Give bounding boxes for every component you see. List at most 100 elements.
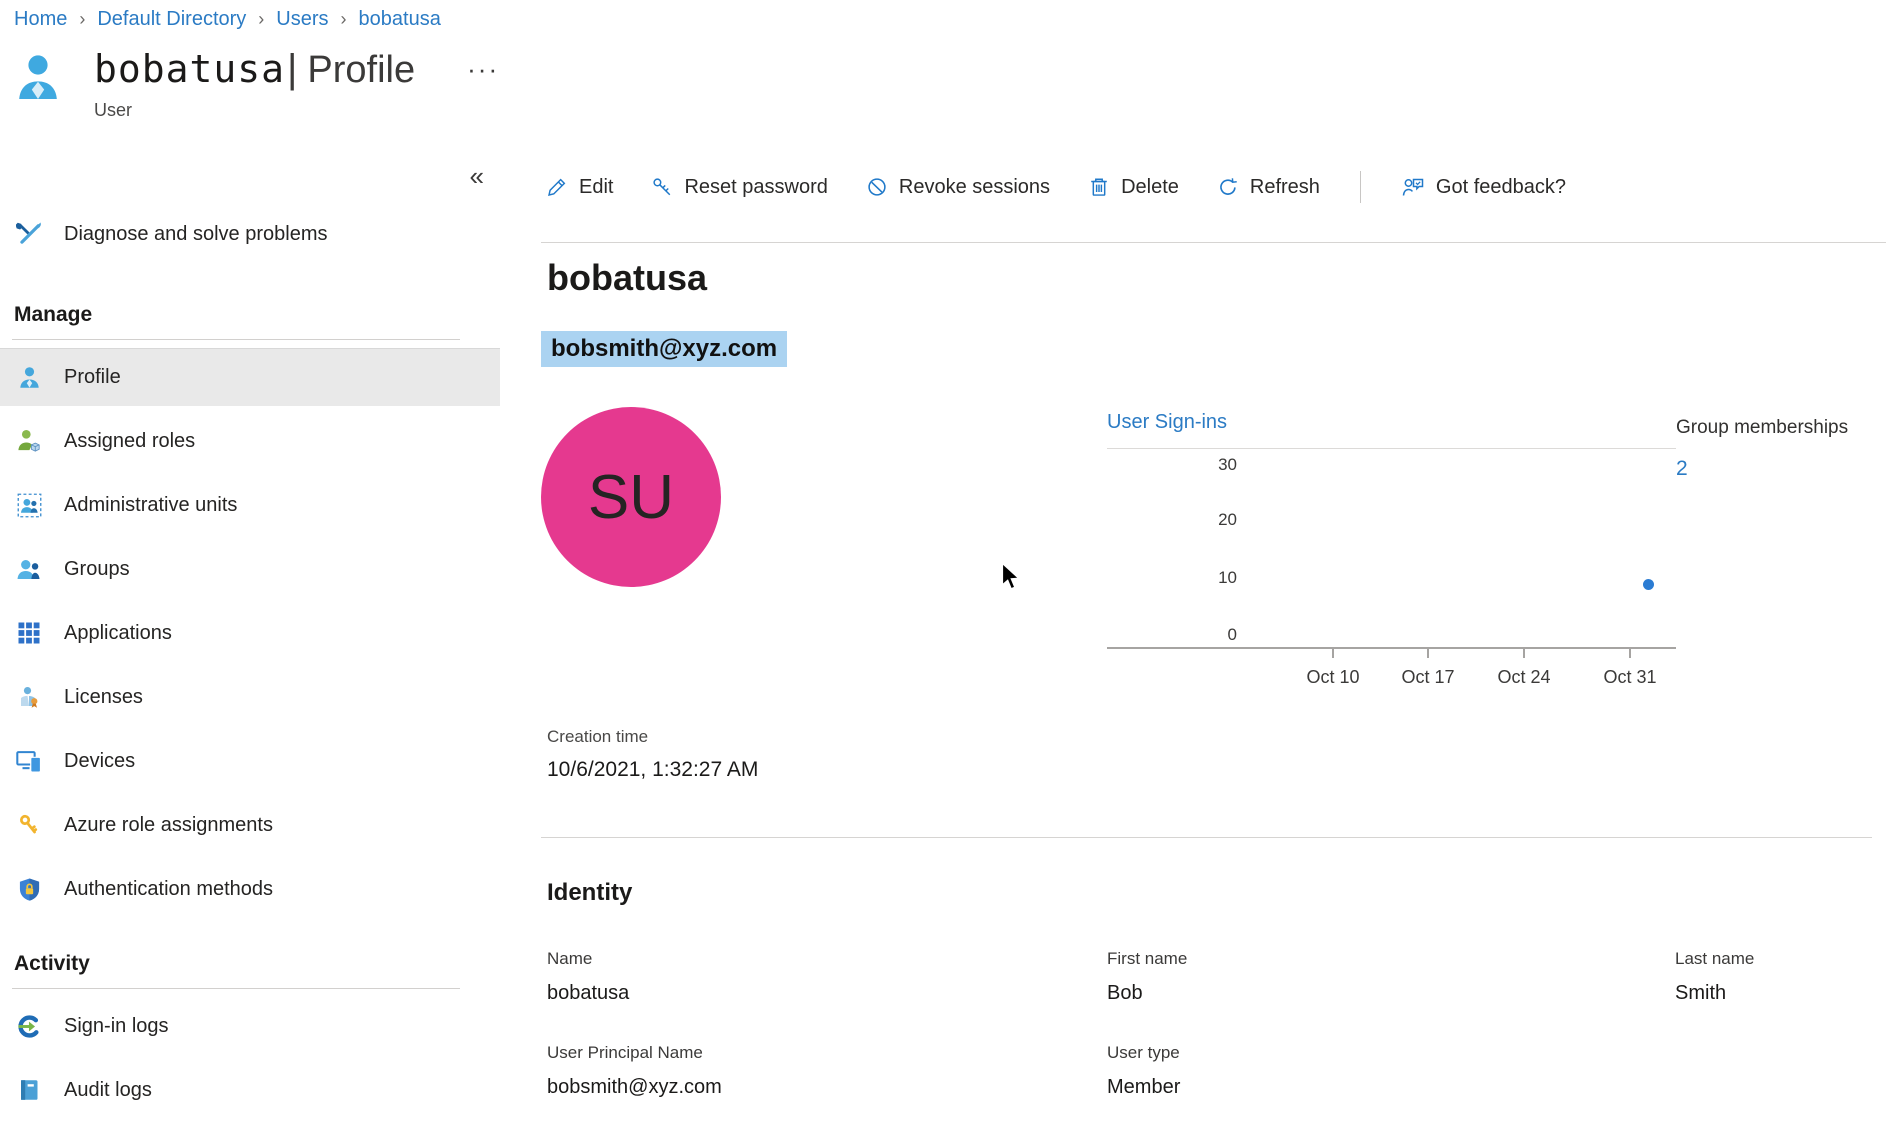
field-value: Smith (1675, 982, 1886, 1005)
breadcrumb-bobatusa[interactable]: bobatusa (359, 8, 441, 31)
command-bar: Edit Reset password Revoke sessions (546, 171, 1566, 203)
edit-button[interactable]: Edit (546, 176, 613, 199)
page-title: bobatusa (94, 47, 285, 91)
feedback-icon (1401, 175, 1425, 199)
y-axis-tick: 30 (1107, 455, 1237, 475)
y-axis-tick: 20 (1107, 510, 1237, 530)
sidebar-item-azure-role-assignments[interactable]: Azure role assignments (0, 796, 500, 854)
field-label: Last name (1675, 949, 1886, 969)
toolbar-label: Revoke sessions (899, 176, 1050, 199)
toolbar-label: Reset password (684, 176, 827, 199)
applications-grid-icon (16, 620, 42, 646)
toolbar-separator (1360, 171, 1361, 203)
field-value: bobatusa (547, 982, 1107, 1005)
sidebar-divider (12, 339, 460, 340)
field-user-type: User type Member (1107, 1043, 1675, 1099)
creation-time-label: Creation time (547, 727, 758, 747)
breadcrumb-home[interactable]: Home (14, 8, 67, 31)
breadcrumb-users[interactable]: Users (276, 8, 328, 31)
collapse-menu-button[interactable]: « (470, 163, 484, 189)
breadcrumb-default-directory[interactable]: Default Directory (97, 8, 246, 31)
field-label: First name (1107, 949, 1675, 969)
key-icon (651, 176, 673, 198)
audit-logs-icon (16, 1077, 42, 1103)
reset-password-button[interactable]: Reset password (651, 176, 827, 199)
signin-data-point (1643, 579, 1654, 590)
field-user-principal-name: User Principal Name bobsmith@xyz.com (547, 1043, 1107, 1099)
creation-time-value: 10/6/2021, 1:32:27 AM (547, 758, 758, 782)
avatar: SU (541, 407, 721, 587)
sidebar-item-label: Assigned roles (64, 430, 195, 453)
chart-header-divider (1107, 448, 1676, 449)
devices-icon (16, 748, 42, 774)
refresh-button[interactable]: Refresh (1217, 176, 1320, 199)
sidebar-item-groups[interactable]: Groups (0, 540, 500, 598)
sidebar-item-assigned-roles[interactable]: Assigned roles (0, 412, 500, 470)
x-axis-tick-mark (1427, 649, 1429, 658)
sidebar-item-sign-in-logs[interactable]: Sign-in logs (0, 997, 500, 1055)
identity-fields: Name bobatusa First name Bob Last name S… (547, 949, 1886, 1099)
sidebar-item-label: Licenses (64, 686, 143, 709)
sidebar-item-applications[interactable]: Applications (0, 604, 500, 662)
x-axis-label: Oct 10 (1288, 667, 1378, 688)
sidebar-item-label: Sign-in logs (64, 1015, 169, 1038)
sidebar-item-label: Devices (64, 750, 135, 773)
blade-menu: « Diagnose and solve problems Manage (0, 139, 500, 1119)
sidebar-item-label: Azure role assignments (64, 814, 273, 837)
field-label: User Principal Name (547, 1043, 1107, 1063)
profile-blade: Edit Reset password Revoke sessions (500, 139, 1886, 1119)
block-icon (866, 176, 888, 198)
chart-title-link[interactable]: User Sign-ins (1107, 411, 1227, 434)
delete-button[interactable]: Delete (1088, 176, 1179, 199)
sidebar-item-licenses[interactable]: Licenses (0, 668, 500, 726)
refresh-icon (1217, 176, 1239, 198)
shield-lock-icon (16, 876, 42, 902)
sidebar-divider (12, 988, 460, 989)
field-first-name: First name Bob (1107, 949, 1675, 1005)
sign-in-logs-icon (16, 1013, 42, 1039)
group-memberships-tile: Group memberships 2 (1676, 417, 1848, 481)
sidebar-item-label: Groups (64, 558, 130, 581)
group-memberships-label: Group memberships (1676, 417, 1848, 439)
sidebar-item-administrative-units[interactable]: Administrative units (0, 476, 500, 534)
pencil-icon (546, 176, 568, 198)
avatar-initials: SU (588, 462, 674, 533)
x-axis-tick-mark (1629, 649, 1631, 658)
more-options-button[interactable]: ··· (467, 54, 499, 85)
field-name: Name bobatusa (547, 949, 1107, 1005)
active-blade-label: Profile (307, 49, 415, 92)
field-value: Bob (1107, 982, 1675, 1005)
x-axis-label: Oct 17 (1383, 667, 1473, 688)
gold-key-icon (16, 812, 42, 838)
sidebar-item-audit-logs[interactable]: Audit logs (0, 1061, 500, 1119)
administrative-units-icon (16, 492, 42, 518)
licenses-icon (16, 684, 42, 710)
field-value: Member (1107, 1076, 1675, 1099)
sidebar-item-label: Diagnose and solve problems (64, 223, 328, 246)
revoke-sessions-button[interactable]: Revoke sessions (866, 176, 1050, 199)
content-divider (541, 242, 1886, 243)
identity-heading: Identity (547, 879, 632, 907)
chevron-right-icon: › (79, 9, 85, 30)
sidebar-section-manage: Manage (0, 303, 500, 327)
sidebar-item-diagnose[interactable]: Diagnose and solve problems (0, 205, 500, 263)
object-type-label: User (94, 100, 499, 121)
y-axis-tick: 10 (1107, 568, 1237, 588)
user-email-selected-text: bobsmith@xyz.com (541, 331, 787, 367)
group-memberships-count-link[interactable]: 2 (1676, 457, 1848, 481)
creation-time-block: Creation time 10/6/2021, 1:32:27 AM (547, 727, 758, 782)
toolbar-label: Delete (1121, 176, 1179, 199)
title-separator: | (287, 47, 297, 92)
sidebar-item-label: Audit logs (64, 1079, 152, 1102)
chevron-right-icon: › (341, 9, 347, 30)
x-axis-label: Oct 31 (1585, 667, 1675, 688)
trash-icon (1088, 176, 1110, 198)
user-sign-ins-chart: User Sign-ins 30 20 10 0 Oct 10 Oct 17 O… (1107, 411, 1697, 711)
sidebar-item-authentication-methods[interactable]: Authentication methods (0, 860, 500, 918)
got-feedback-button[interactable]: Got feedback? (1401, 175, 1566, 199)
profile-person-icon (16, 365, 42, 391)
sidebar-item-profile[interactable]: Profile (0, 348, 500, 406)
field-label: Name (547, 949, 1107, 969)
toolbar-label: Edit (579, 176, 613, 199)
sidebar-item-devices[interactable]: Devices (0, 732, 500, 790)
